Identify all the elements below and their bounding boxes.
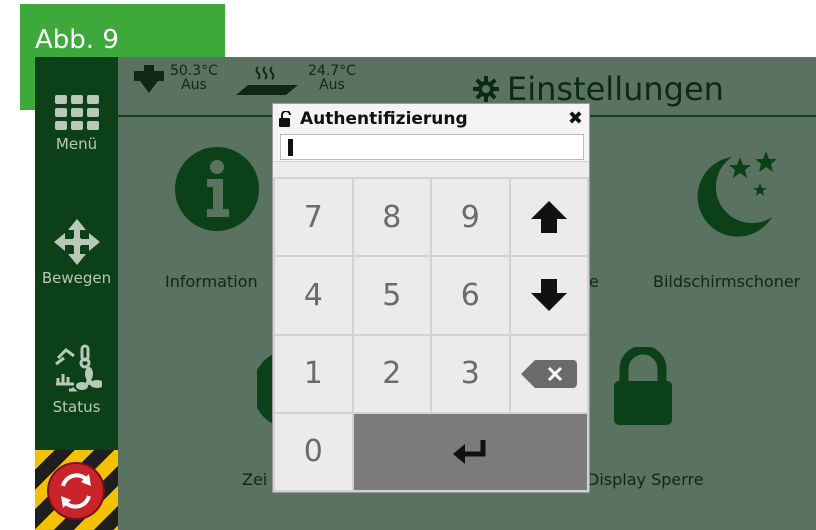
close-icon[interactable]: ✖ [568, 108, 583, 129]
status-icon [54, 344, 102, 392]
key-5[interactable]: 5 [353, 257, 430, 334]
gear-icon [473, 76, 499, 102]
key-8[interactable]: 8 [353, 179, 430, 256]
tile-display-lock[interactable] [610, 345, 676, 431]
dialog-header: Authentifizierung ✖ [273, 104, 589, 134]
key-6[interactable]: 6 [432, 257, 509, 334]
key-2[interactable]: 2 [353, 335, 430, 412]
arrow-down-icon [530, 279, 567, 312]
key-1[interactable]: 1 [275, 335, 352, 412]
figure-badge-label: Abb. 9 [35, 25, 119, 55]
key-enter[interactable] [353, 413, 587, 490]
key-4[interactable]: 4 [275, 257, 352, 334]
key-backspace[interactable] [510, 335, 587, 412]
emergency-stop-button[interactable] [47, 462, 105, 520]
temp2-state: Aus [319, 77, 345, 93]
tile-screensaver[interactable] [680, 145, 780, 244]
temp2-readout: 24.7°C Aus [308, 64, 356, 92]
lock-icon [614, 345, 672, 425]
heat-bed-icon [236, 66, 298, 95]
sidebar-item-label: Menü [55, 135, 98, 153]
tile-zeit-label: Zei [242, 470, 268, 489]
sidebar: Menü Bewegen Status [35, 57, 118, 530]
key-7[interactable]: 7 [275, 179, 352, 256]
key-0[interactable]: 0 [275, 413, 352, 490]
sidebar-item-label: Bewegen [41, 269, 112, 287]
heater-icon [134, 65, 164, 93]
temp1-readout: 50.3°C Aus [170, 64, 218, 92]
arrow-up-icon [530, 201, 567, 234]
key-3[interactable]: 3 [432, 335, 509, 412]
tile-information[interactable] [173, 145, 261, 237]
text-caret [288, 139, 293, 156]
tile-display-lock-label: Display Sperre [587, 470, 704, 489]
unlock-icon [279, 111, 291, 127]
temp2-value: 24.7°C [308, 63, 356, 79]
clock-icon [252, 354, 273, 424]
sidebar-item-move[interactable]: Bewegen [35, 219, 118, 287]
keypad: 7 8 9 4 5 6 1 2 3 0 [273, 177, 589, 492]
move-arrows-icon [53, 219, 100, 265]
tile-partial-label: e [589, 272, 599, 291]
tile-information-label: Information [165, 272, 258, 291]
emergency-stop-icon [61, 473, 91, 509]
moon-stars-icon [697, 151, 777, 237]
tile-zeit[interactable] [252, 354, 273, 428]
sidebar-item-status[interactable]: Status [35, 344, 118, 416]
enter-icon [453, 439, 486, 464]
dialog-title: Authentifizierung [300, 109, 468, 129]
grid-menu-icon [54, 95, 99, 130]
sidebar-item-label: Status [52, 398, 101, 416]
key-down[interactable] [510, 257, 587, 334]
backspace-icon [520, 359, 577, 388]
tile-screensaver-label: Bildschirmschoner [653, 272, 801, 291]
auth-dialog: Authentifizierung ✖ 7 8 9 4 5 6 1 2 3 0 [272, 103, 590, 493]
pin-input[interactable] [280, 134, 584, 160]
emergency-stop-area [35, 450, 118, 530]
sidebar-item-menu[interactable]: Menü [35, 95, 118, 153]
key-9[interactable]: 9 [432, 179, 509, 256]
temp1-state: Aus [181, 77, 207, 93]
key-up[interactable] [510, 179, 587, 256]
keypad-top-strip [273, 161, 589, 178]
info-icon [175, 147, 259, 231]
temp1-value: 50.3°C [170, 63, 218, 79]
